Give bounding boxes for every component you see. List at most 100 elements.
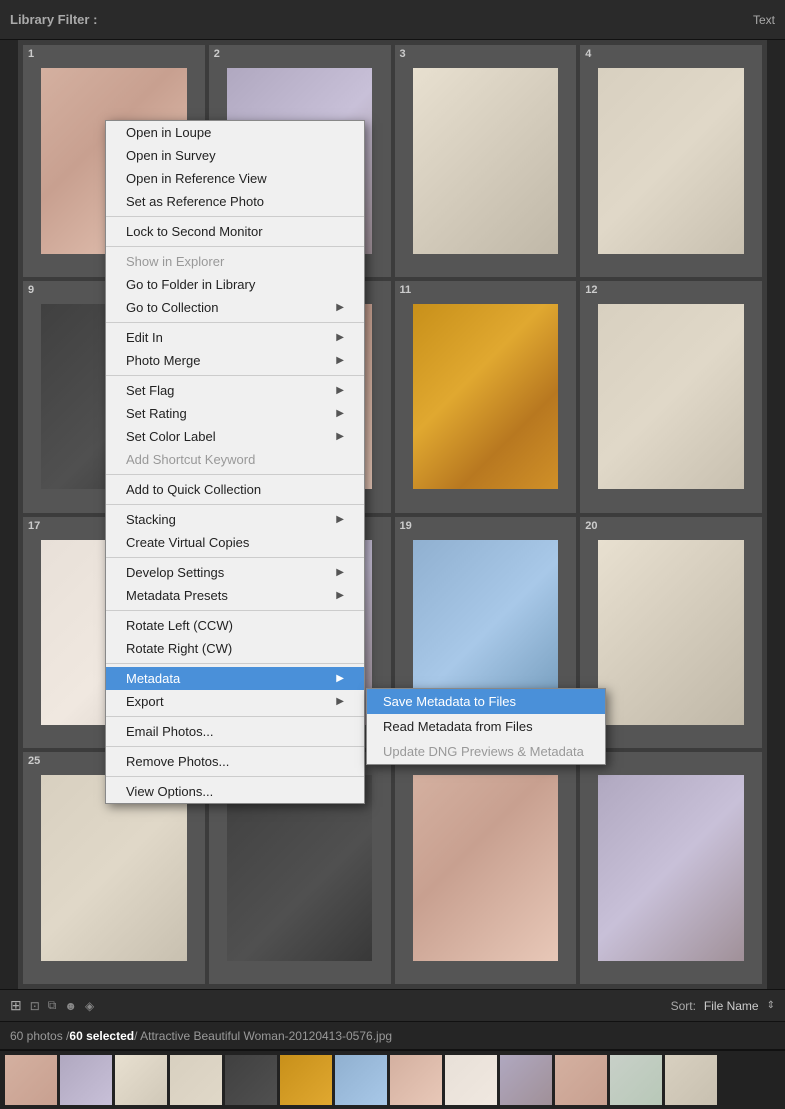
- submenu: Save Metadata to Files Read Metadata from…: [366, 688, 606, 765]
- menu-item-set-reference[interactable]: Set as Reference Photo: [106, 190, 364, 213]
- filter-bar: ⊞ ⊡ ⧉ ☻ ◈ Sort: File Name ⇕: [0, 989, 785, 1021]
- menu-separator: [106, 375, 364, 376]
- people-icon[interactable]: ☻: [64, 999, 77, 1013]
- menu-item-label: Go to Collection: [126, 300, 219, 315]
- menu-separator: [106, 246, 364, 247]
- photo-cell[interactable]: 28: [580, 752, 762, 984]
- right-panel: [767, 40, 785, 989]
- menu-item-metadata[interactable]: Metadata ▶: [106, 667, 364, 690]
- menu-item-rotate-right[interactable]: Rotate Right (CW): [106, 637, 364, 660]
- menu-item-open-loupe[interactable]: Open in Loupe: [106, 121, 364, 144]
- submenu-arrow-icon: ▶: [336, 332, 344, 343]
- filmstrip-thumb[interactable]: [610, 1055, 662, 1105]
- photo-thumbnail: [413, 68, 558, 253]
- sort-value[interactable]: File Name: [704, 999, 759, 1013]
- compare-icon[interactable]: ⧉: [48, 998, 57, 1013]
- status-bar: 60 photos / 60 selected / Attractive Bea…: [0, 1021, 785, 1049]
- cell-number: 1: [28, 48, 34, 60]
- context-menu: Open in LoupeOpen in SurveyOpen in Refer…: [105, 120, 365, 804]
- menu-item-label: Add to Quick Collection: [126, 482, 261, 497]
- submenu-arrow-icon: ▶: [336, 514, 344, 525]
- grid-icon[interactable]: ⊞: [10, 997, 22, 1014]
- filmstrip-thumb[interactable]: [280, 1055, 332, 1105]
- filmstrip-thumb[interactable]: [5, 1055, 57, 1105]
- menu-item-rotate-left[interactable]: Rotate Left (CCW): [106, 614, 364, 637]
- cell-number: 3: [400, 48, 406, 60]
- menu-item-stacking[interactable]: Stacking ▶: [106, 508, 364, 531]
- filmstrip-thumb[interactable]: [335, 1055, 387, 1105]
- filmstrip-thumb[interactable]: [115, 1055, 167, 1105]
- filmstrip-thumb[interactable]: [665, 1055, 717, 1105]
- photo-cell[interactable]: 20: [580, 517, 762, 749]
- photo-cell[interactable]: 3: [395, 45, 577, 277]
- map-icon[interactable]: ◈: [85, 999, 94, 1013]
- menu-item-set-color[interactable]: Set Color Label▶: [106, 425, 364, 448]
- sort-label: Sort:: [671, 999, 696, 1013]
- menu-item-lock-monitor[interactable]: Lock to Second Monitor: [106, 220, 364, 243]
- photo-cell[interactable]: 11: [395, 281, 577, 513]
- menu-item-add-quick[interactable]: Add to Quick Collection: [106, 478, 364, 501]
- photo-thumbnail: [413, 304, 558, 489]
- filename-label: / Attractive Beautiful Woman-20120413-05…: [134, 1029, 392, 1043]
- submenu-item-save-metadata[interactable]: Save Metadata to Files: [367, 689, 605, 714]
- photos-count: 60 photos /: [10, 1029, 69, 1043]
- menu-item-label: Stacking: [126, 512, 176, 527]
- submenu-item-label: Update DNG Previews & Metadata: [383, 744, 584, 759]
- submenu-arrow-icon: ▶: [336, 673, 344, 684]
- selected-count: 60 selected: [69, 1029, 134, 1043]
- menu-item-edit-in[interactable]: Edit In▶: [106, 326, 364, 349]
- menu-item-set-flag[interactable]: Set Flag▶: [106, 379, 364, 402]
- cell-number: 17: [28, 520, 40, 532]
- menu-item-virtual-copies[interactable]: Create Virtual Copies: [106, 531, 364, 554]
- menu-item-metadata-presets[interactable]: Metadata Presets▶: [106, 584, 364, 607]
- menu-item-label: Remove Photos...: [126, 754, 229, 769]
- menu-item-label: Email Photos...: [126, 724, 213, 739]
- menu-item-label: Set Flag: [126, 383, 174, 398]
- menu-item-label: Lock to Second Monitor: [126, 224, 263, 239]
- submenu-arrow-icon: ▶: [336, 590, 344, 601]
- menu-item-develop-settings[interactable]: Develop Settings▶: [106, 561, 364, 584]
- menu-item-label: Go to Folder in Library: [126, 277, 255, 292]
- menu-item-photo-merge[interactable]: Photo Merge▶: [106, 349, 364, 372]
- submenu-arrow-icon: ▶: [336, 302, 344, 313]
- photo-cell[interactable]: 27: [395, 752, 577, 984]
- menu-item-set-rating[interactable]: Set Rating▶: [106, 402, 364, 425]
- menu-item-email-photos[interactable]: Email Photos...: [106, 720, 364, 743]
- text-label[interactable]: Text: [753, 13, 775, 27]
- submenu-item-update-dng: Update DNG Previews & Metadata: [367, 739, 605, 764]
- filmstrip-thumb[interactable]: [225, 1055, 277, 1105]
- menu-item-open-survey[interactable]: Open in Survey: [106, 144, 364, 167]
- menu-item-label: Photo Merge: [126, 353, 200, 368]
- photo-thumbnail: [598, 304, 743, 489]
- sort-arrow[interactable]: ⇕: [767, 1000, 775, 1011]
- survey-icon[interactable]: ⊡: [30, 999, 40, 1013]
- filmstrip-thumb[interactable]: [445, 1055, 497, 1105]
- menu-item-export[interactable]: Export▶: [106, 690, 364, 713]
- menu-item-view-options[interactable]: View Options...: [106, 780, 364, 803]
- photo-thumbnail: [598, 775, 743, 960]
- menu-separator: [106, 557, 364, 558]
- menu-separator: [106, 216, 364, 217]
- menu-item-label: Metadata: [126, 671, 180, 686]
- photo-thumbnail: [413, 775, 558, 960]
- photo-thumbnail: [598, 68, 743, 253]
- menu-item-go-folder[interactable]: Go to Folder in Library: [106, 273, 364, 296]
- submenu-item-label: Read Metadata from Files: [383, 719, 533, 734]
- menu-item-label: Set as Reference Photo: [126, 194, 264, 209]
- submenu-item-read-metadata[interactable]: Read Metadata from Files: [367, 714, 605, 739]
- photo-cell[interactable]: 4: [580, 45, 762, 277]
- filmstrip-thumb[interactable]: [170, 1055, 222, 1105]
- cell-number: 12: [585, 284, 597, 296]
- menu-item-remove-photos[interactable]: Remove Photos...: [106, 750, 364, 773]
- filmstrip-thumb[interactable]: [500, 1055, 552, 1105]
- submenu-item-label: Save Metadata to Files: [383, 694, 516, 709]
- menu-item-open-reference[interactable]: Open in Reference View: [106, 167, 364, 190]
- cell-number: 2: [214, 48, 220, 60]
- menu-separator: [106, 504, 364, 505]
- menu-item-go-collection[interactable]: Go to Collection ▶: [106, 296, 364, 319]
- filmstrip-thumb[interactable]: [390, 1055, 442, 1105]
- photo-cell[interactable]: 12: [580, 281, 762, 513]
- filmstrip-thumb[interactable]: [60, 1055, 112, 1105]
- photo-thumbnail: [598, 540, 743, 725]
- filmstrip-thumb[interactable]: [555, 1055, 607, 1105]
